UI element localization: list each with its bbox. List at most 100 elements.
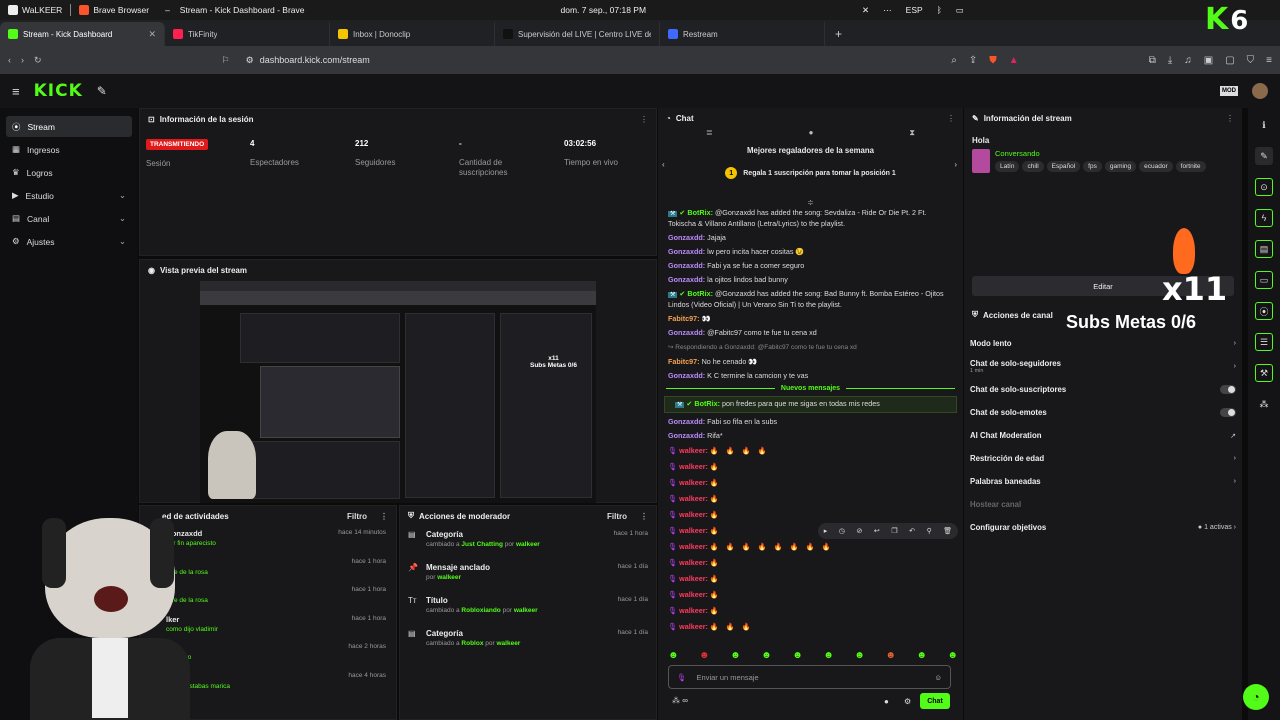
stream-tag[interactable]: ecuador xyxy=(1139,161,1173,172)
forward-icon[interactable]: › xyxy=(21,55,24,65)
points-icon[interactable]: ⁂ ∞ xyxy=(672,696,688,705)
bookmark-icon[interactable]: ⚐ xyxy=(222,55,230,66)
tab-1[interactable]: Stream - Kick Dashboard ✕ xyxy=(0,22,165,46)
chat-message[interactable]: 🎙 walkeer: 🔥 xyxy=(658,507,963,523)
creator-tools-icon[interactable]: ✎ xyxy=(97,84,107,98)
channel-action-row[interactable]: Palabras baneadas › xyxy=(964,470,1242,493)
download-icon[interactable]: ⤓ xyxy=(1168,55,1172,66)
bluetooth-icon[interactable]: ᛒ xyxy=(937,5,942,15)
channel-action-row[interactable]: Chat de solo-seguidores 1 min › xyxy=(964,355,1242,378)
info-icon[interactable]: ℹ xyxy=(1255,116,1273,134)
chevron-left-icon[interactable]: ‹ xyxy=(662,160,665,169)
chat-message[interactable]: Gonzaxdd: lw pero incita hacer cositas 😉 xyxy=(658,245,963,259)
pin-icon[interactable]: ⚲ xyxy=(927,527,932,535)
stream-tag[interactable]: gaming xyxy=(1104,161,1137,172)
reply-icon[interactable]: ↩ xyxy=(874,527,880,535)
stream-tag[interactable]: fps xyxy=(1083,161,1102,172)
emote-icon[interactable]: ☻ xyxy=(761,650,772,661)
play-icon[interactable]: ▸ xyxy=(824,527,828,535)
ban-icon[interactable]: ⊘ xyxy=(856,527,862,535)
filter-button[interactable]: Filtro xyxy=(607,512,627,521)
document-icon[interactable]: ▤ xyxy=(1255,240,1273,258)
site-info-icon[interactable]: ⚙ xyxy=(246,55,254,66)
browser-name[interactable]: Brave Browser xyxy=(71,5,157,15)
bolt-icon[interactable]: ϟ xyxy=(1255,209,1273,227)
close-tab-icon[interactable]: ✕ xyxy=(148,29,156,40)
channel-action-row[interactable]: Chat de solo-emotes xyxy=(964,401,1242,424)
chat-message[interactable]: 🎙 walkeer: 🔥 🔥 🔥 xyxy=(658,619,963,635)
chat-icon[interactable]: ▭ xyxy=(1255,271,1273,289)
chat-message[interactable]: 🎙 walkeer: 🔥 🔥 🔥 🔥 🔥 🔥 🔥 🔥 xyxy=(658,539,963,555)
sidebar-item-logros[interactable]: ♛ Logros xyxy=(6,162,132,183)
chat-message[interactable]: Gonzaxdd: Fabi ya se fue a comer seguro xyxy=(658,259,963,273)
sidebar-icon[interactable]: ▣ xyxy=(1204,55,1213,66)
nodes-icon[interactable]: ⁂ xyxy=(1255,395,1273,413)
stream-tag[interactable]: Español xyxy=(1046,161,1081,172)
menu-icon[interactable]: ⋯ xyxy=(883,5,892,16)
media-icon[interactable]: ♫ xyxy=(1184,55,1192,66)
mode-badge[interactable]: MOD xyxy=(1220,86,1238,96)
tab-3[interactable]: Inbox | Donoclip xyxy=(330,22,495,46)
tab-2[interactable]: TikFinity xyxy=(165,22,330,46)
emote-icon[interactable]: ☻ xyxy=(947,650,958,661)
tab-4[interactable]: Supervisión del LIVE | Centro LIVE de xyxy=(495,22,660,46)
clock-icon[interactable]: ◷ xyxy=(839,527,845,535)
channel-action-row[interactable]: Modo lento › xyxy=(964,332,1242,355)
delete-icon[interactable]: 🗑 xyxy=(943,527,952,535)
battery-icon[interactable]: ▭ xyxy=(956,5,964,16)
more-icon[interactable]: ⋮ xyxy=(1226,114,1234,123)
sidebar-item-stream[interactable]: ⦿ Stream xyxy=(6,116,132,137)
chat-message[interactable]: ⚒ ✔ BotRix: @Gonzaxdd has added the song:… xyxy=(658,287,963,312)
menu-icon[interactable]: ≡ xyxy=(1266,55,1272,66)
more-icon[interactable]: ⋮ xyxy=(947,114,955,123)
chat-message[interactable]: 🎙 walkeer: 🔥 xyxy=(658,587,963,603)
chat-settings-icon[interactable]: ⚙ xyxy=(904,697,911,706)
copy-icon[interactable]: ❐ xyxy=(891,527,897,535)
emoji-icon[interactable]: ☺ xyxy=(934,673,942,682)
chat-message[interactable]: ↪ Respondiendo a Gonzaxdd: @Fabitc97 com… xyxy=(658,340,963,355)
zoom-icon[interactable]: ⌕ xyxy=(951,55,957,66)
channel-action-row[interactable]: Restricción de edad › xyxy=(964,447,1242,470)
chat-bubble-icon[interactable]: ● xyxy=(884,697,889,706)
chat-message[interactable]: ⚒ ✔ BotRix: @Gonzaxdd has added the song:… xyxy=(658,206,963,231)
kick-logo[interactable]: KICK xyxy=(34,81,83,101)
chat-message[interactable]: Gonzaxdd: K C termine la camcion y te va… xyxy=(658,369,963,383)
sidebar-item-ajustes[interactable]: ⚙ Ajustes ⌄ xyxy=(6,231,132,252)
channel-action-row[interactable]: Hostear canal xyxy=(964,493,1242,516)
category-name[interactable]: Conversando xyxy=(995,149,1209,158)
chat-message[interactable]: Fabitc97: 👀 xyxy=(658,312,963,326)
wrench-icon[interactable]: ⚒ xyxy=(1255,364,1273,382)
clock[interactable]: dom. 7 sep., 07:18 PM xyxy=(553,5,655,15)
stack-icon[interactable]: ☰ xyxy=(1255,333,1273,351)
chat-message[interactable]: Gonzaxdd: Jajaja xyxy=(658,231,963,245)
chat-message[interactable]: 🎙 walkeer: 🔥 xyxy=(658,603,963,619)
chat-message[interactable]: Gonzaxdd: Fabi so fifa en la subs xyxy=(658,415,963,429)
wallet-icon[interactable]: ▢ xyxy=(1225,55,1234,66)
avatar[interactable] xyxy=(1252,83,1268,99)
emote-icon[interactable]: ☻ xyxy=(699,650,710,661)
emote-icon[interactable]: ☻ xyxy=(854,650,865,661)
emote-icon[interactable]: ☻ xyxy=(730,650,741,661)
broadcast-icon[interactable]: ⦿ xyxy=(1255,302,1273,320)
more-icon[interactable]: ⋮ xyxy=(640,115,648,124)
new-tab-button[interactable]: + xyxy=(825,22,852,46)
stream-tag[interactable]: Latín xyxy=(995,161,1020,172)
chat-message[interactable]: 🎙 walkeer: 🔥 xyxy=(658,475,963,491)
sidebar-item-ingresos[interactable]: ▦ Ingresos xyxy=(6,139,132,160)
channel-action-row[interactable]: Configurar objetivos ● 1 activas › xyxy=(964,516,1242,539)
chat-message[interactable]: 🎙 walkeer: 🔥 xyxy=(658,491,963,507)
emote-icon[interactable]: ☻ xyxy=(823,650,834,661)
speech-icon[interactable]: ● xyxy=(809,128,814,142)
chat-message[interactable]: 🎙 walkeer: 🔥 xyxy=(658,571,963,587)
chat-input[interactable]: 🎙 Enviar un mensaje ☺ xyxy=(668,665,951,689)
chat-message[interactable]: Gonzaxdd: Rifa* xyxy=(658,429,963,443)
address-bar[interactable]: ⚙ dashboard.kick.com/stream xyxy=(240,50,810,70)
stream-tag[interactable]: chill xyxy=(1022,161,1044,172)
reload-icon[interactable]: ↻ xyxy=(34,55,42,66)
sidebar-item-canal[interactable]: ▤ Canal ⌄ xyxy=(6,208,132,229)
toggle-switch[interactable] xyxy=(1220,385,1236,394)
more-icon[interactable]: ⋮ xyxy=(640,512,648,521)
tab-5[interactable]: Restream xyxy=(660,22,825,46)
language[interactable]: ESP xyxy=(906,5,923,15)
timer-icon[interactable]: ⧗ xyxy=(909,128,915,142)
